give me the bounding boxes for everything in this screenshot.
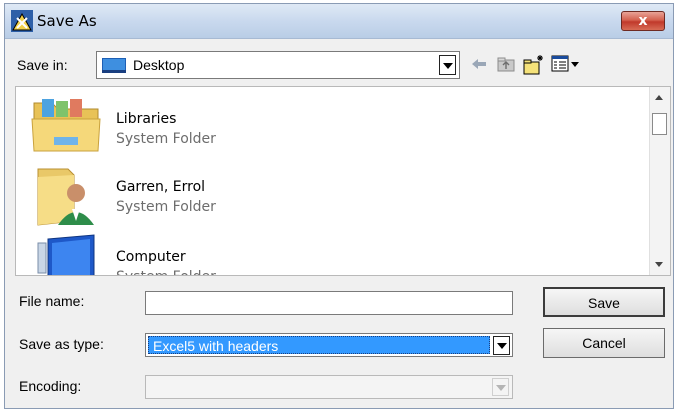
libraries-folder-icon [31, 99, 101, 152]
close-icon: x [638, 13, 648, 29]
encoding-label: Encoding: [19, 378, 82, 394]
file-name: Computer [116, 249, 186, 265]
file-name: Libraries [116, 111, 177, 127]
save-in-dropdown-button[interactable] [439, 55, 456, 75]
up-folder-icon[interactable] [497, 54, 515, 74]
file-type: System Folder [116, 269, 216, 275]
computer-icon [37, 234, 95, 275]
save-as-type-value: Excel5 with headers [153, 338, 279, 354]
save-button[interactable]: Save [543, 287, 665, 317]
view-menu-icon[interactable] [551, 54, 581, 74]
file-name: Garren, Errol [116, 179, 206, 195]
save-as-type-dropdown[interactable]: Excel5 with headers [145, 333, 513, 357]
window-title: Save As [37, 12, 97, 30]
chevron-down-icon [443, 63, 453, 69]
list-item[interactable]: Garren, Errol System Folder [16, 163, 646, 233]
save-as-type-dropdown-button[interactable] [493, 336, 510, 355]
save-in-value: Desktop [133, 57, 185, 73]
save-in-label: Save in: [17, 57, 68, 73]
list-item[interactable]: Computer System Folder [16, 233, 646, 275]
file-type: System Folder [116, 199, 216, 215]
new-folder-icon[interactable] [523, 54, 545, 76]
back-arrow-icon[interactable] [471, 54, 487, 74]
save-as-dialog: Save As x Save in: Desktop Libraries Sys… [4, 3, 674, 409]
close-button[interactable]: x [621, 11, 665, 31]
file-type: System Folder [116, 131, 216, 147]
save-in-dropdown[interactable]: Desktop [96, 51, 460, 79]
chevron-down-icon [497, 343, 507, 349]
scroll-up-icon[interactable] [655, 95, 663, 100]
app-icon [11, 10, 33, 32]
cancel-button[interactable]: Cancel [543, 328, 665, 358]
file-list[interactable]: Libraries System Folder Garren, Errol Sy… [15, 86, 671, 276]
list-item[interactable]: Libraries System Folder [16, 93, 646, 163]
desktop-icon [102, 58, 126, 73]
user-folder-icon [37, 168, 94, 226]
file-name-label: File name: [19, 293, 85, 309]
chevron-down-icon [496, 385, 506, 391]
encoding-dropdown-button[interactable] [492, 378, 509, 396]
save-as-type-label: Save as type: [19, 336, 104, 352]
scrollbar-thumb[interactable] [652, 113, 667, 135]
title-bar[interactable]: Save As x [5, 4, 673, 39]
scroll-down-icon[interactable] [655, 262, 663, 267]
file-name-input[interactable] [145, 291, 513, 315]
save-as-type-selection: Excel5 with headers [148, 336, 490, 354]
encoding-dropdown[interactable] [145, 375, 513, 399]
vertical-scrollbar[interactable] [649, 87, 670, 275]
